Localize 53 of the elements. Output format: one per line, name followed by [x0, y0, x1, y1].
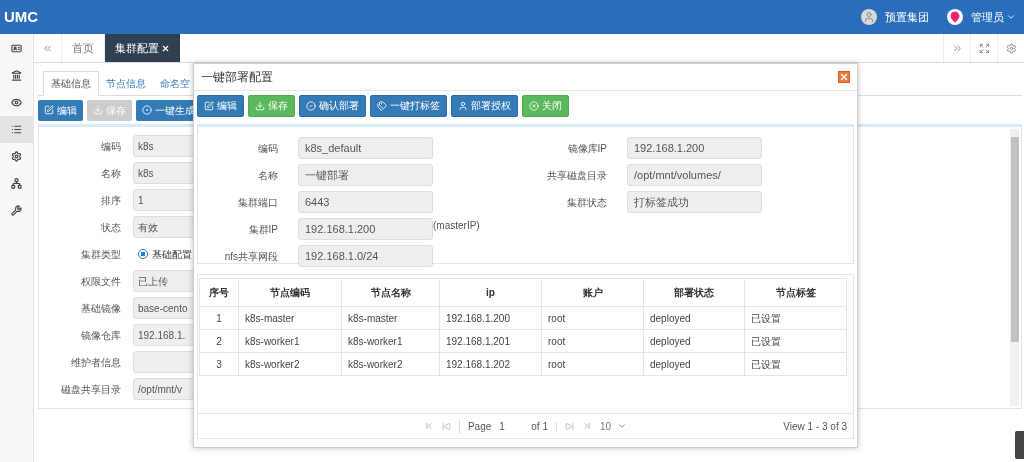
table-cell: k8s-worker2	[238, 352, 342, 376]
table-cell: 192.168.1.202	[439, 352, 542, 376]
table-cell: k8s-worker1	[341, 329, 440, 353]
field-label: 权限文件	[80, 274, 121, 289]
column-header: 节点名称	[341, 278, 440, 307]
field-label: 共享磁盘目录	[546, 168, 607, 183]
record-summary: View 1 - 3 of 3	[783, 419, 847, 434]
table-cell: root	[541, 352, 644, 376]
field-label: 编码	[100, 139, 121, 154]
table-cell: k8s-worker2	[341, 352, 440, 376]
table-cell: 1	[199, 306, 239, 330]
org-name: 预置集团	[885, 9, 929, 25]
column-header: 部署状态	[643, 278, 745, 307]
field-label: 排序	[100, 193, 121, 208]
column-header: 账户	[541, 278, 644, 307]
field-label: 编码	[257, 141, 278, 156]
field-label: 磁盘共享目录	[60, 382, 121, 397]
table-cell: 192.168.1.201	[439, 329, 542, 353]
field-label: 镜像仓库	[80, 328, 121, 343]
table-cell: 已设置	[744, 306, 847, 330]
table-cell: 已设置	[744, 329, 847, 353]
table-cell: deployed	[643, 329, 745, 353]
field-label: 集群端口	[237, 195, 278, 210]
field-label: 集群类型	[80, 247, 121, 262]
table-cell: k8s-master	[341, 306, 440, 330]
column-header: 节点标签	[744, 278, 847, 307]
field-label: 名称	[257, 168, 278, 183]
table-cell: deployed	[643, 306, 745, 330]
page-count: of 1	[531, 419, 548, 434]
field-note: (masterIP)	[433, 219, 480, 233]
column-header: 节点编码	[238, 278, 342, 307]
field-label: nfs共享网段	[223, 249, 278, 264]
column-header: ip	[439, 278, 542, 307]
table-cell: root	[541, 306, 644, 330]
page-label: Page	[458, 418, 492, 434]
field-label: 集群IP	[247, 222, 278, 237]
field-label: 维护者信息	[70, 355, 121, 370]
field-label: 名称	[100, 166, 121, 181]
table-cell: 192.168.1.200	[439, 306, 542, 330]
table-cell: 已设置	[744, 352, 847, 376]
table-cell: 2	[199, 329, 239, 353]
table-cell: deployed	[643, 352, 745, 376]
field-label: 镜像库IP	[566, 141, 607, 156]
logo: UMC	[4, 6, 39, 27]
field-label: 状态	[100, 220, 121, 235]
dialog-title: 一键部署配置	[201, 69, 273, 86]
column-header: 序号	[199, 278, 239, 307]
table-cell: 3	[199, 352, 239, 376]
field-label: 集群状态	[566, 195, 607, 210]
table-cell: k8s-worker1	[238, 329, 342, 353]
field-label: 基础镜像	[80, 301, 121, 316]
table-cell: root	[541, 329, 644, 353]
table-cell: k8s-master	[238, 306, 342, 330]
